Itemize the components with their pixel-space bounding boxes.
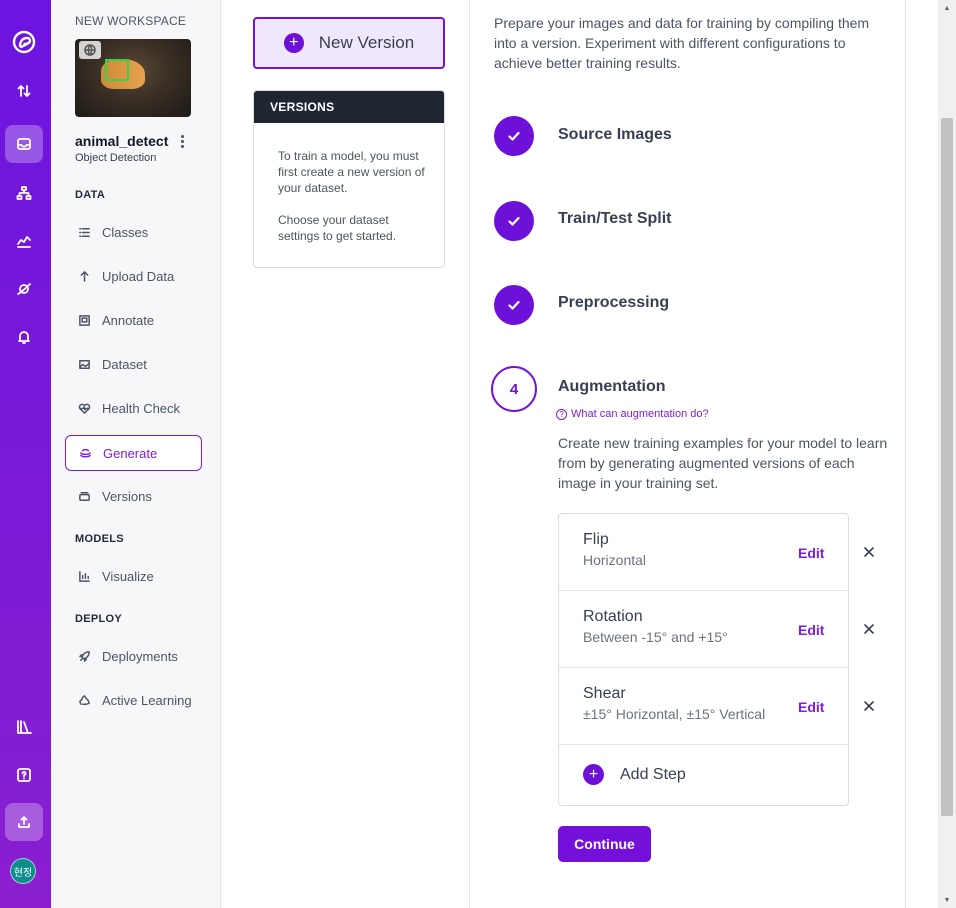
augmentation-detail: Horizontal	[583, 552, 647, 568]
versions-header: VERSIONS	[254, 91, 444, 123]
section-data-title: DATA	[75, 189, 106, 201]
edit-shear-button[interactable]: Edit	[798, 699, 824, 715]
project-thumbnail[interactable]	[75, 39, 191, 117]
step-train-test-split[interactable]: Train/Test Split	[558, 210, 672, 228]
scroll-up-icon[interactable]: ▲	[941, 2, 953, 14]
versions-empty-text: To train a model, you must first create …	[278, 149, 425, 195]
section-models-title: MODELS	[75, 533, 124, 545]
augmentation-help-link[interactable]: ? What can augmentation do?	[556, 408, 709, 420]
heart-pulse-icon	[77, 401, 91, 415]
versions-empty-hint: Choose your dataset settings to get star…	[278, 213, 397, 243]
sidebar-item-label: Visualize	[102, 568, 154, 584]
sidebar-item-label: Active Learning	[102, 692, 192, 708]
augmentation-name: Rotation	[583, 608, 643, 625]
step-number-badge: 4	[491, 366, 537, 412]
sidebar-item-label: Annotate	[102, 312, 155, 328]
scroll-down-icon[interactable]: ▼	[941, 894, 953, 906]
augmentation-list: Flip Horizontal Edit Rotation Between -1…	[558, 513, 849, 806]
remove-rotation-close-icon[interactable]	[863, 622, 877, 636]
add-step-button[interactable]: + Add Step	[583, 764, 686, 785]
continue-button[interactable]: Continue	[558, 826, 651, 862]
bell-icon[interactable]	[5, 318, 43, 356]
avatar[interactable]: 현정	[10, 858, 36, 884]
sidebar-item-health-check[interactable]: Health Check	[65, 390, 202, 426]
sidebar-item-dataset[interactable]: Dataset	[65, 346, 202, 382]
chart-icon[interactable]	[5, 222, 43, 260]
list-icon	[77, 225, 91, 239]
add-step-label: Add Step	[620, 765, 686, 783]
augmentation-description: Create new training examples for your mo…	[558, 435, 888, 491]
remove-flip-close-icon[interactable]	[863, 545, 877, 559]
layers-icon	[78, 446, 92, 460]
project-name: animal_detect	[75, 133, 169, 149]
sidebar-item-label: Versions	[102, 488, 152, 504]
workspace-sidebar: NEW WORKSPACE animal_detect Object Detec…	[51, 0, 221, 908]
versions-empty-state: To train a model, you must first create …	[254, 123, 444, 244]
augmentation-detail: Between -15° and +15°	[583, 629, 728, 645]
stack-icon	[77, 489, 91, 503]
library-icon[interactable]	[5, 708, 43, 746]
sidebar-item-classes[interactable]: Classes	[65, 214, 202, 250]
panel-divider	[905, 0, 906, 908]
workspace-label[interactable]: NEW WORKSPACE	[75, 14, 186, 28]
thumbnail-bounding-box	[105, 59, 129, 81]
scrollbar-thumb[interactable]	[941, 118, 953, 816]
recycle-icon	[77, 693, 91, 707]
plus-icon: +	[283, 33, 304, 53]
more-options-icon[interactable]	[176, 133, 188, 149]
sidebar-item-generate[interactable]: Generate	[65, 435, 202, 471]
inbox-icon[interactable]	[5, 125, 43, 163]
rocket-icon	[77, 649, 91, 663]
panel-divider	[469, 0, 470, 908]
sidebar-item-label: Health Check	[102, 400, 181, 416]
sidebar-item-label: Dataset	[102, 356, 147, 372]
question-icon: ?	[556, 408, 567, 420]
augmentation-name: Flip	[583, 531, 609, 548]
sidebar-item-visualize[interactable]: Visualize	[65, 558, 202, 594]
sidebar-item-annotate[interactable]: Annotate	[65, 302, 202, 338]
arrow-up-icon	[77, 269, 91, 283]
project-type: Object Detection	[75, 152, 157, 164]
sidebar-item-upload-data[interactable]: Upload Data	[65, 258, 202, 294]
image-icon	[77, 357, 91, 371]
plus-icon: +	[583, 764, 604, 785]
sidebar-item-label: Classes	[102, 224, 149, 240]
augmentation-row-shear: Shear ±15° Horizontal, ±15° Vertical Edi…	[559, 668, 848, 745]
step-augmentation: Augmentation	[558, 378, 666, 395]
sidebar-item-deployments[interactable]: Deployments	[65, 638, 202, 674]
icon-rail: 현정	[0, 0, 51, 908]
step-preprocessing[interactable]: Preprocessing	[558, 294, 669, 312]
logo-icon[interactable]	[5, 23, 43, 61]
sidebar-item-versions[interactable]: Versions	[65, 478, 202, 514]
augmentation-row-rotation: Rotation Between -15° and +15° Edit	[559, 591, 848, 668]
bar-chart-icon	[77, 569, 91, 583]
new-version-label: New Version	[318, 33, 415, 52]
new-version-button[interactable]: + New Version	[253, 17, 445, 69]
intro-text: Prepare your images and data for trainin…	[494, 15, 870, 71]
hierarchy-icon[interactable]	[5, 174, 43, 212]
help-icon[interactable]	[5, 756, 43, 794]
sidebar-item-label: Upload Data	[102, 268, 175, 284]
augmentation-name: Shear	[583, 685, 626, 702]
step-source-images[interactable]: Source Images	[558, 126, 672, 144]
transfer-icon[interactable]	[5, 72, 43, 110]
edit-rotation-button[interactable]: Edit	[798, 622, 824, 638]
remove-shear-close-icon[interactable]	[863, 699, 877, 713]
edit-flip-button[interactable]: Edit	[798, 545, 824, 561]
globe-icon	[79, 41, 101, 59]
versions-panel: VERSIONS To train a model, you must firs…	[253, 90, 445, 268]
annotate-icon	[77, 313, 91, 327]
section-deploy-title: DEPLOY	[75, 613, 123, 625]
check-icon	[494, 116, 534, 156]
check-icon	[494, 285, 534, 325]
upload-icon[interactable]	[5, 803, 43, 841]
sidebar-item-label: Generate	[103, 445, 158, 461]
planet-icon[interactable]	[5, 270, 43, 308]
help-link-label: What can augmentation do?	[571, 408, 709, 420]
sidebar-item-active-learning[interactable]: Active Learning	[65, 682, 202, 718]
augmentation-row-flip: Flip Horizontal Edit	[559, 514, 848, 591]
sidebar-item-label: Deployments	[102, 648, 178, 664]
check-icon	[494, 201, 534, 241]
augmentation-detail: ±15° Horizontal, ±15° Vertical	[583, 706, 766, 722]
